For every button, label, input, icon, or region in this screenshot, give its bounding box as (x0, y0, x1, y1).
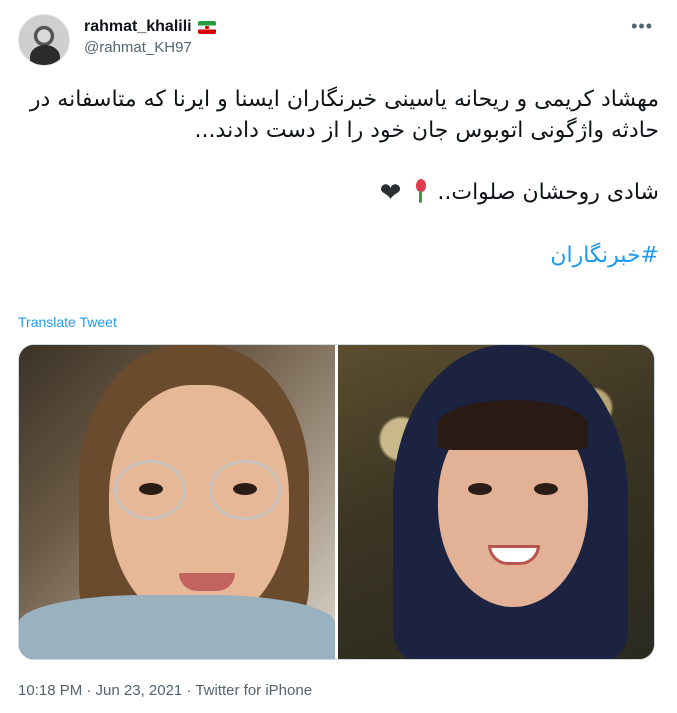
tweet-header: rahmat_khalili @rahmat_KH97 ••• (18, 12, 659, 68)
wilted-rose-emoji-icon (412, 179, 428, 203)
hashtag-link[interactable]: #خبرنگاران (550, 243, 659, 268)
translate-tweet-link[interactable]: Translate Tweet (18, 314, 117, 330)
iran-flag-icon (197, 20, 216, 34)
black-heart-emoji-icon: ❤ (379, 178, 402, 208)
user-block: rahmat_khalili @rahmat_KH97 (84, 18, 216, 56)
tweet-timestamp[interactable]: 10:18 PM · Jun 23, 2021 · Twitter for iP… (18, 682, 312, 699)
tweet-text: مهشاد کریمی و ریحانه یاسینی خبرنگاران ای… (18, 84, 659, 271)
tweet-paragraph-2: شادی روحشان صلوات.. ❤ (18, 177, 659, 209)
media-grid (18, 344, 655, 660)
tweet-paragraph-2-text: شادی روحشان صلوات.. (437, 180, 659, 205)
tweet-paragraph-1: مهشاد کریمی و ریحانه یاسینی خبرنگاران ای… (29, 87, 659, 143)
avatar[interactable] (18, 14, 70, 66)
display-name[interactable]: rahmat_khalili (84, 18, 192, 36)
photo-left[interactable] (19, 345, 335, 659)
photo-right[interactable] (338, 345, 654, 659)
user-handle[interactable]: @rahmat_KH97 (84, 39, 216, 56)
more-options-icon[interactable]: ••• (631, 16, 653, 37)
